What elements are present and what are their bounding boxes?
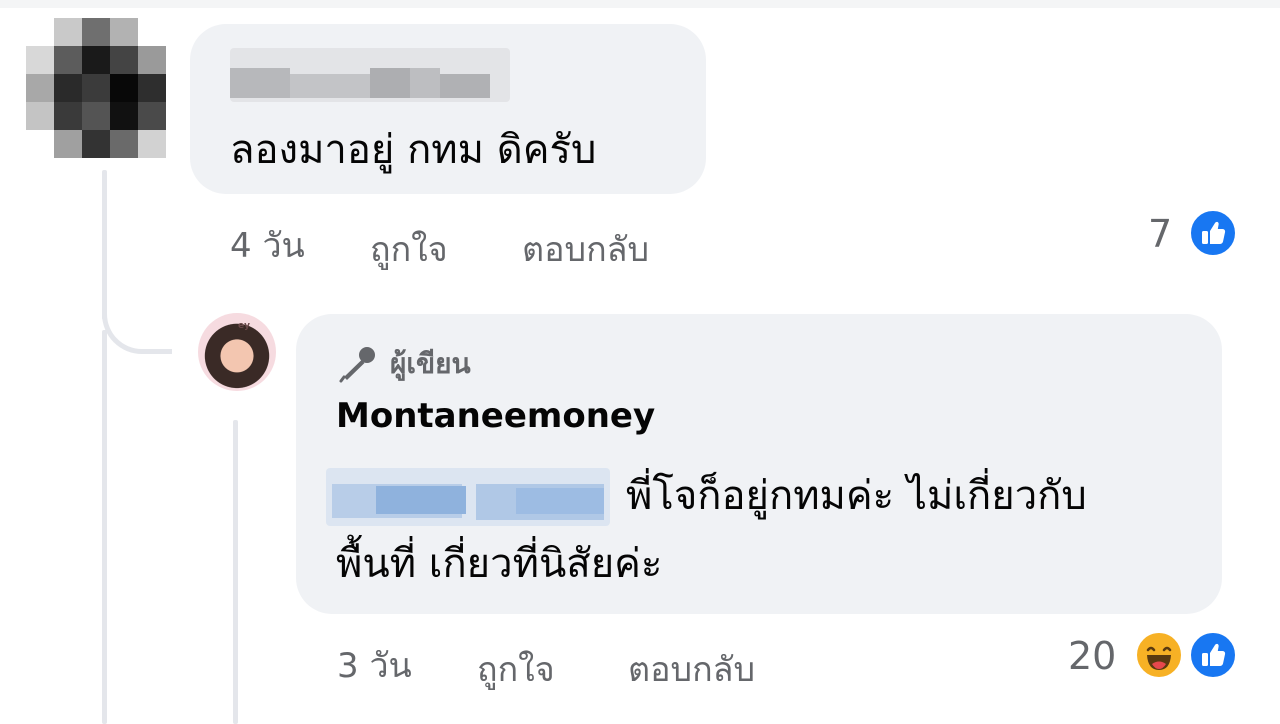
top-divider: [0, 0, 1280, 8]
like-button[interactable]: ถูกใจ: [370, 222, 448, 276]
thread-line: [102, 330, 107, 724]
like-button[interactable]: ถูกใจ: [477, 642, 555, 696]
comment-timestamp[interactable]: 3 วัน: [337, 638, 412, 692]
reaction-count[interactable]: 20: [1068, 634, 1116, 678]
redacted-name: [230, 48, 510, 102]
avatar-watermark: ey: [238, 321, 250, 331]
author-badge-label: ผู้เขียน: [390, 347, 471, 380]
comment-text-line2: พื้นที่ เกี่ยวที่นิสัยค่ะ: [336, 541, 663, 587]
author-badge: ผู้เขียน: [336, 344, 471, 384]
comment-timestamp[interactable]: 4 วัน: [230, 218, 305, 272]
like-icon: [1188, 208, 1238, 258]
thread-connector: [102, 290, 172, 354]
comment-text: ลองมาอยู่ กทม ดิครับ: [230, 127, 597, 173]
author-avatar[interactable]: ey: [198, 313, 276, 391]
microphone-icon: [339, 347, 375, 383]
reply-button[interactable]: ตอบกลับ: [522, 222, 649, 276]
like-icon: [1188, 630, 1238, 680]
avatar[interactable]: [26, 18, 166, 158]
reply-button[interactable]: ตอบกลับ: [628, 642, 755, 696]
reaction-count[interactable]: 7: [1148, 212, 1172, 256]
redacted-mention[interactable]: [326, 468, 610, 526]
commenter-name[interactable]: Montaneemoney: [336, 396, 655, 436]
reply-thread-line: [233, 420, 238, 724]
comment-bubble: ลองมาอยู่ กทม ดิครับ: [190, 24, 706, 194]
comment-bubble: ผู้เขียน Montaneemoney พี่โจก็อยู่กทมค่ะ…: [296, 314, 1222, 614]
haha-icon: [1134, 630, 1184, 680]
comment-text-line1: พี่โจก็อยู่กทมค่ะ ไม่เกี่ยวกับ: [626, 473, 1087, 519]
